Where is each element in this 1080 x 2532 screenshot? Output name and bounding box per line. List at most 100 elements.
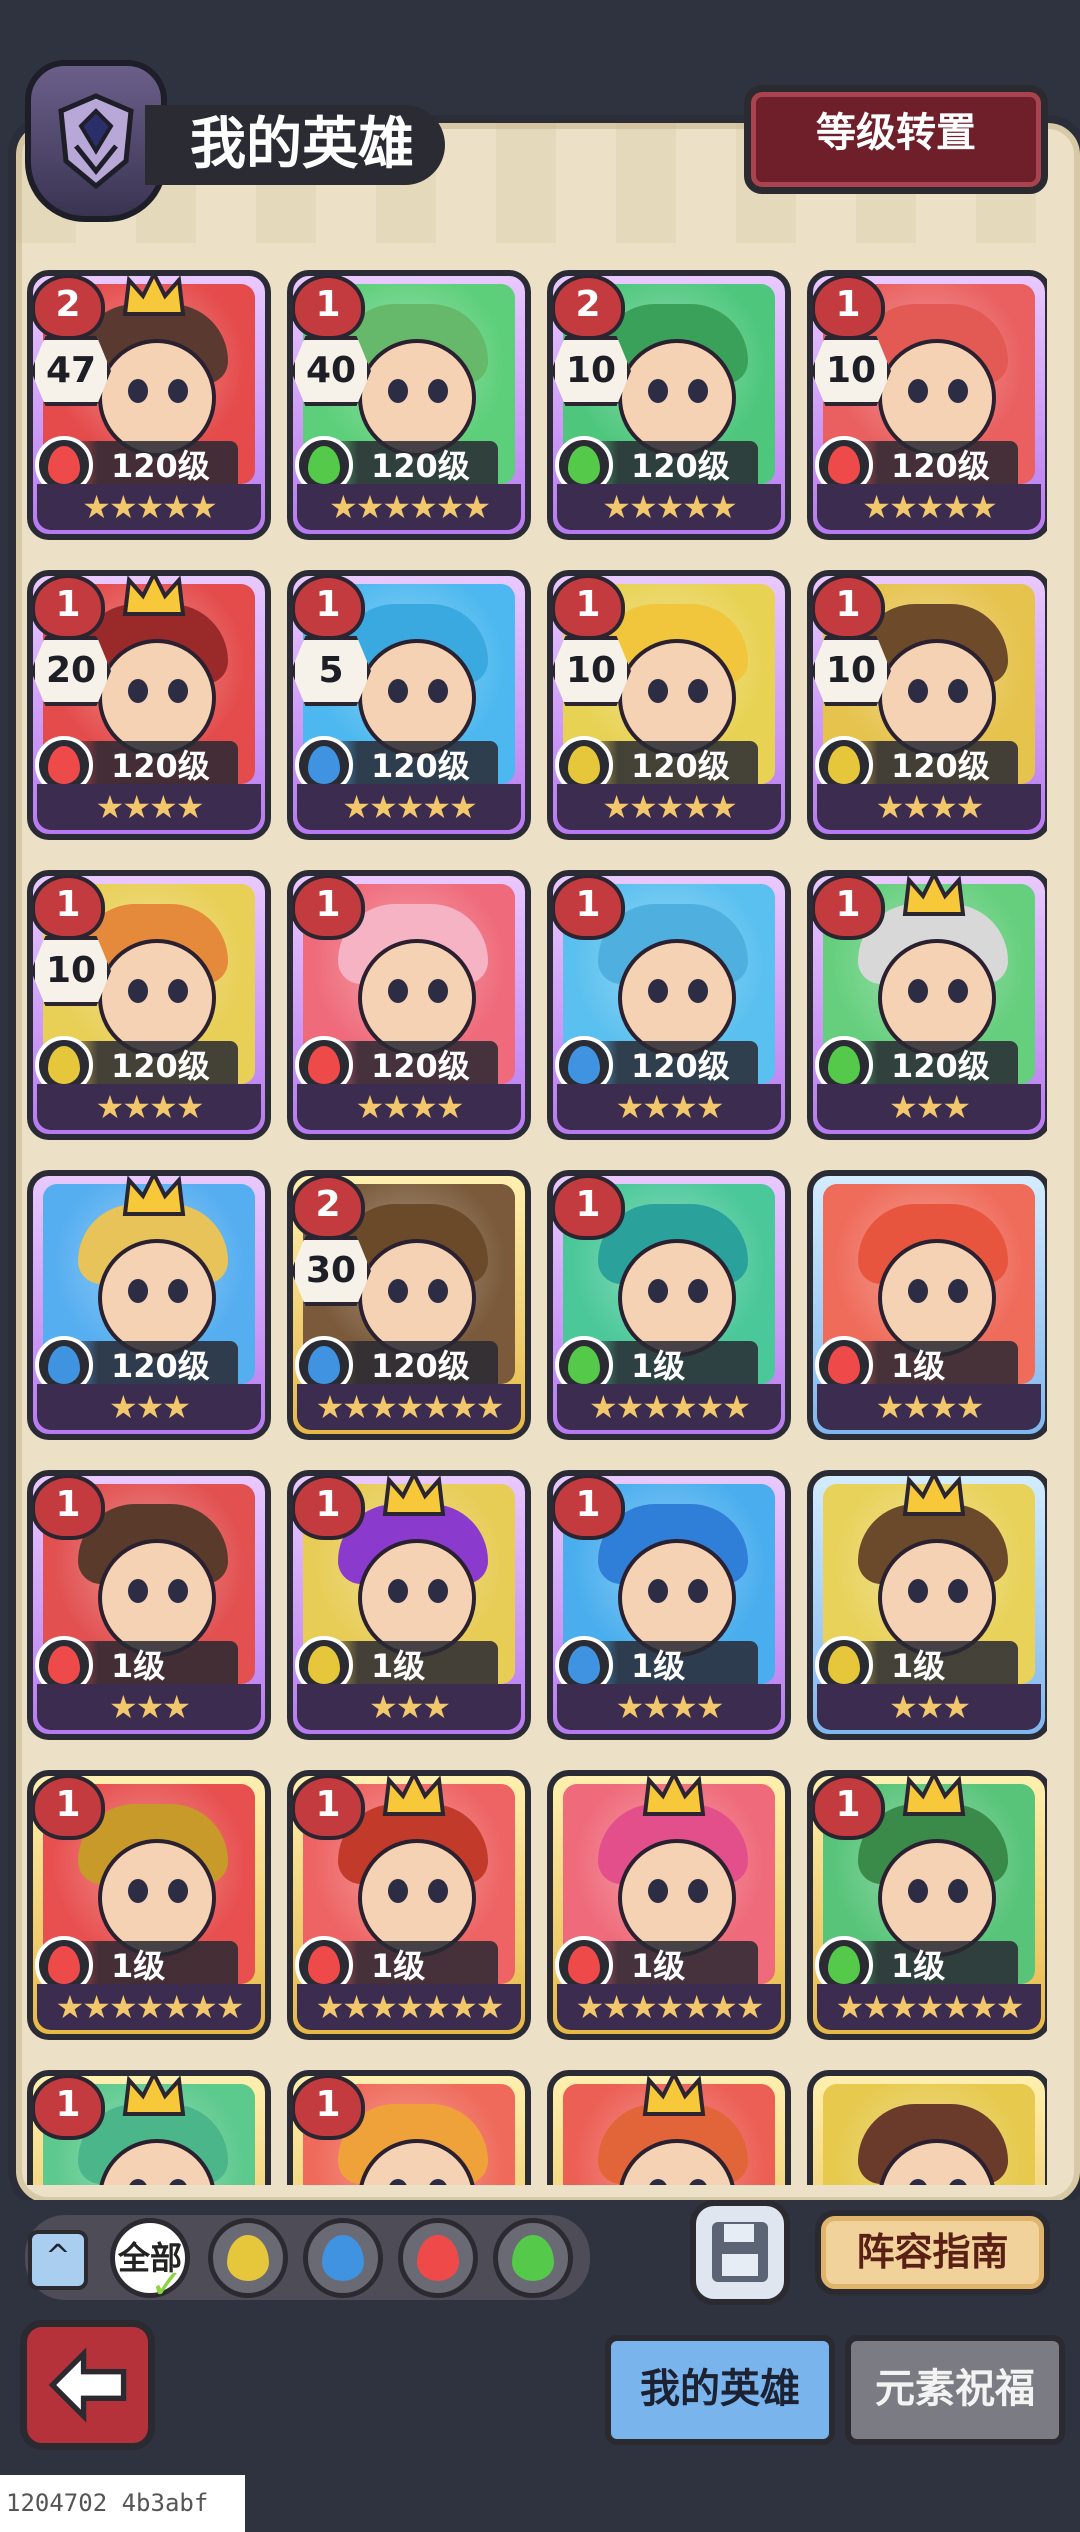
hero-card[interactable]: 1 120级 ★★★★ [287,870,531,1140]
hero-card[interactable]: 1 1级 ★★★★★★★ [807,1770,1047,2040]
hero-tier-badge: 1 [813,576,885,640]
floppy-disk-icon [712,2222,768,2282]
hero-grid: 2 47 120级 ★★★★★ 1 40 120级 ★★★★★★ 2 10 120级 ★★★★★ 1 10… [27,270,1047,2185]
hero-face [878,339,996,457]
element-drop [308,746,340,784]
hero-tier-badge: 2 [293,1176,365,1240]
hero-card[interactable] [807,2070,1047,2185]
fire-element-icon [417,2235,459,2281]
tab-my-heroes[interactable]: 我的英雄 [605,2335,835,2445]
hero-shard-count: 30 [293,1236,371,1306]
hero-card[interactable]: 1 1级 ★★★ [287,1470,531,1740]
hero-shard-count: 10 [813,336,891,406]
hero-card[interactable]: 1 10 120级 ★★★★ [807,570,1047,840]
crown-icon [382,1776,446,1816]
hero-tier-badge: 1 [553,576,625,640]
earth-element-icon [227,2235,269,2281]
hero-card[interactable]: 1 20 120级 ★★★★ [27,570,271,840]
crown-icon [902,1476,966,1516]
element-drop [568,446,600,484]
hero-star-rating: ★★★★★★★ [817,1984,1041,2030]
hero-tier-badge: 1 [33,1776,105,1840]
element-drop [828,746,860,784]
hero-card[interactable]: 1 [287,2070,531,2185]
hero-card[interactable]: 1 10 120级 ★★★★★ [807,270,1047,540]
hero-card[interactable] [547,2070,791,2185]
hero-card[interactable]: 2 10 120级 ★★★★★ [547,270,791,540]
element-drop [48,1046,80,1084]
hero-shard-count: 40 [293,336,371,406]
tab-element-blessing[interactable]: 元素祝福 [845,2335,1065,2445]
collapse-toggle-button[interactable]: ^ [28,2230,88,2290]
hero-card[interactable]: 1 1级 ★★★★★★★ [27,1770,271,2040]
hero-tier-badge: 1 [33,2076,105,2140]
hero-tier-badge: 1 [33,576,105,640]
hero-card[interactable]: 1 120级 ★★★★ [547,870,791,1140]
hero-face [98,1239,216,1357]
level-reset-button[interactable]: 等级转置 [744,85,1048,194]
element-drop [568,1646,600,1684]
hero-card[interactable]: 1级 ★★★★ [807,1170,1047,1440]
hero-face [878,939,996,1057]
filter-water-button[interactable] [303,2218,383,2298]
save-formation-button[interactable] [690,2200,790,2305]
element-drop [308,1646,340,1684]
hero-shard-count: 10 [33,936,111,1006]
hero-card[interactable]: 1 1级 ★★★★★★ [547,1170,791,1440]
hero-shard-count: 47 [33,336,111,406]
hero-face [618,1539,736,1657]
hero-shard-count: 5 [293,636,371,706]
hero-star-rating: ★★★★ [557,1684,781,1730]
wind-element-icon [512,2235,554,2281]
hero-face [358,1839,476,1957]
hero-card[interactable]: 1 40 120级 ★★★★★★ [287,270,531,540]
hero-card[interactable]: 2 30 120级 ★★★★★★★ [287,1170,531,1440]
hero-star-rating: ★★★★★ [557,484,781,530]
formation-guide-button[interactable]: 阵容指南 [815,2210,1050,2295]
hero-star-rating: ★★★ [37,1384,261,1430]
hero-face [98,339,216,457]
hero-face [618,1239,736,1357]
crown-icon [642,1776,706,1816]
hero-tier-badge: 1 [293,276,365,340]
hero-card[interactable]: 1 1级 ★★★★★★★ [287,1770,531,2040]
hero-face [98,639,216,757]
element-drop [48,746,80,784]
hero-tier-badge: 1 [813,276,885,340]
hero-star-rating: ★★★ [297,1684,521,1730]
hero-card[interactable]: 1 120级 ★★★ [807,870,1047,1140]
element-drop [48,1646,80,1684]
hero-tier-badge: 1 [553,1476,625,1540]
hero-star-rating: ★★★★★ [297,784,521,830]
filter-earth-button[interactable] [208,2218,288,2298]
hero-card[interactable]: 1 5 120级 ★★★★★ [287,570,531,840]
hero-card[interactable]: 1 10 120级 ★★★★ [27,870,271,1140]
hero-star-rating: ★★★★★★★ [297,1984,521,2030]
back-button[interactable] [20,2320,155,2450]
element-drop [48,446,80,484]
hero-star-rating: ★★★ [37,1684,261,1730]
element-drop [308,1046,340,1084]
filter-wind-button[interactable] [493,2218,573,2298]
hero-card[interactable]: 1级 ★★★★★★★ [547,1770,791,2040]
hero-face [98,939,216,1057]
element-drop [828,1946,860,1984]
hero-card[interactable]: 1级 ★★★ [807,1470,1047,1740]
filter-fire-button[interactable] [398,2218,478,2298]
hero-face [878,1239,996,1357]
water-element-icon [322,2235,364,2281]
hero-card[interactable]: 1 [27,2070,271,2185]
hero-tier-badge: 1 [33,1476,105,1540]
hero-card[interactable]: 1 1级 ★★★★ [547,1470,791,1740]
hero-tier-badge: 1 [293,1776,365,1840]
element-drop [308,1346,340,1384]
hero-card[interactable]: 1 1级 ★★★ [27,1470,271,1740]
hero-star-rating: ★★★ [817,1084,1041,1130]
hero-card[interactable]: 1 10 120级 ★★★★★ [547,570,791,840]
hero-card[interactable]: 120级 ★★★ [27,1170,271,1440]
crown-icon [902,1776,966,1816]
hero-card[interactable]: 2 47 120级 ★★★★★ [27,270,271,540]
hero-star-rating: ★★★★ [297,1084,521,1130]
hero-star-rating: ★★★★ [37,1084,261,1130]
hero-tier-badge: 1 [553,876,625,940]
